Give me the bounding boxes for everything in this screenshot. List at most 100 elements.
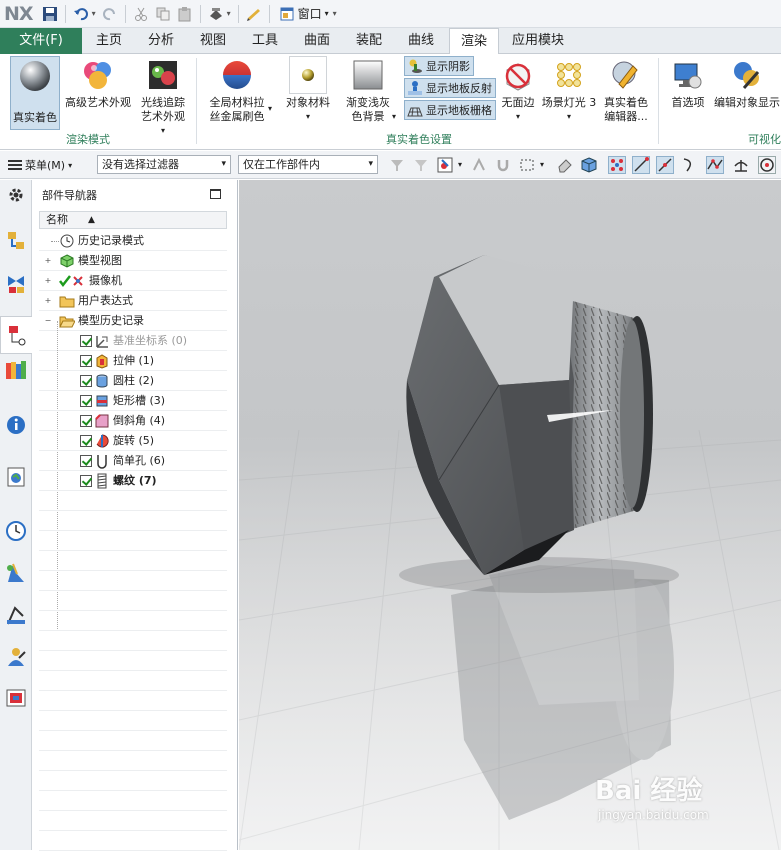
tab-surface[interactable]: 曲面 xyxy=(294,28,340,54)
general-select-filter-icon[interactable] xyxy=(436,156,454,174)
type-filter-select[interactable]: 没有选择过滤器 ▾ xyxy=(97,155,231,174)
cube-icon[interactable] xyxy=(580,156,598,174)
touch-mode-icon[interactable] xyxy=(244,4,264,24)
reuse-library-icon[interactable] xyxy=(4,357,28,383)
assembly-navigator-icon[interactable] xyxy=(4,228,28,254)
true-shading-button[interactable]: 真实着色 xyxy=(10,56,60,130)
menu-button[interactable]: 菜单(M) ▾ xyxy=(8,157,72,173)
ray-traced-studio-button[interactable]: 光线追踪 艺术外观 ▾ xyxy=(134,56,192,138)
object-material-button[interactable]: 对象材料 ▾ xyxy=(281,56,335,124)
process-studio-icon[interactable] xyxy=(4,560,28,586)
tree-row-datum-csys[interactable]: 基准坐标系 (0) xyxy=(39,321,227,631)
collapse-minus-icon[interactable]: − xyxy=(44,317,52,325)
undo-dropdown-icon[interactable]: ▾ xyxy=(92,9,96,18)
edit-object-display-button[interactable]: 编辑对象显示 xyxy=(712,56,781,110)
tab-analysis[interactable]: 分析 xyxy=(138,28,184,54)
show-floor-grid-toggle[interactable]: 显示地板栅格 xyxy=(404,100,496,120)
magnet-icon[interactable] xyxy=(494,156,512,174)
snap-icon[interactable] xyxy=(470,156,488,174)
copy-icon[interactable] xyxy=(153,4,173,24)
expand-plus-icon[interactable]: + xyxy=(44,257,52,265)
tree-row-simple-hole[interactable]: 简单孔 (6) xyxy=(39,451,227,471)
tree-row-chamfer[interactable]: 倒斜角 (4) xyxy=(39,411,227,431)
intersection-icon[interactable] xyxy=(706,156,724,174)
paste-icon[interactable] xyxy=(175,4,195,24)
repeat-dropdown-icon[interactable]: ▾ xyxy=(227,9,231,18)
visibility-checkbox[interactable] xyxy=(80,375,92,387)
repeat-command-icon[interactable] xyxy=(206,4,226,24)
info-icon[interactable] xyxy=(4,412,28,438)
tab-file[interactable]: 文件(F) xyxy=(0,28,82,54)
visibility-checkbox[interactable] xyxy=(80,355,92,367)
constraint-navigator-icon[interactable] xyxy=(4,271,28,297)
roles-icon[interactable] xyxy=(4,644,28,670)
snap-points-icon[interactable] xyxy=(608,156,626,174)
settings-gear-icon[interactable] xyxy=(4,182,28,208)
system-scene-icon[interactable] xyxy=(4,685,28,711)
tab-tools[interactable]: 工具 xyxy=(242,28,288,54)
part-navigator-icon[interactable] xyxy=(0,316,32,354)
gradient-background-button[interactable]: 渐变浅灰 色背景 xyxy=(338,56,398,124)
tree-row-revolve[interactable]: 旋转 (5) xyxy=(39,431,227,451)
tab-render[interactable]: 渲染 xyxy=(449,28,499,55)
mid-point-icon[interactable] xyxy=(656,156,674,174)
history-clock-icon[interactable] xyxy=(4,518,28,544)
expand-plus-icon[interactable]: + xyxy=(44,277,52,285)
window-menu[interactable]: 窗口 ▾ xyxy=(276,4,329,24)
rectangle-select-icon[interactable] xyxy=(518,156,536,174)
visibility-checkbox[interactable] xyxy=(80,335,92,347)
tree-row-model-views[interactable]: + 模型视图 xyxy=(39,251,227,271)
tab-assembly[interactable]: 装配 xyxy=(346,28,392,54)
show-floor-reflection-toggle[interactable]: 显示地板反射 xyxy=(404,78,496,98)
show-shadow-toggle[interactable]: 显示阴影 xyxy=(404,56,474,76)
tree-row-model-history[interactable]: − 模型历史记录 xyxy=(39,311,227,331)
tree-row-rectangular-groove[interactable]: 矩形槽 (3) xyxy=(39,391,227,411)
end-point-icon[interactable] xyxy=(632,156,650,174)
graphics-viewport[interactable]: Bai 经验 jingyan.baidu.com xyxy=(239,180,781,850)
global-material-dropdown-icon[interactable]: ▾ xyxy=(268,104,272,113)
tree-row-user-expressions[interactable]: + 用户表达式 xyxy=(39,291,227,311)
redo-icon[interactable] xyxy=(100,4,120,24)
visibility-checkbox[interactable] xyxy=(80,435,92,447)
customize-quick-access-icon[interactable]: ▾ xyxy=(333,9,337,18)
maximize-icon[interactable] xyxy=(210,189,221,199)
select-mode-dropdown-icon[interactable]: ▾ xyxy=(540,160,544,169)
no-face-edge-button[interactable]: 无面边 ▾ xyxy=(496,56,540,124)
web-browser-icon[interactable] xyxy=(4,464,28,490)
tree-row-camera[interactable]: + 摄像机 xyxy=(39,271,227,291)
gradient-background-dropdown-icon[interactable]: ▾ xyxy=(392,112,396,121)
tab-view[interactable]: 视图 xyxy=(190,28,236,54)
scene-light-button[interactable]: 场景灯光 3 ▾ xyxy=(540,56,598,124)
advanced-studio-button[interactable]: 高级艺术外观 xyxy=(62,56,134,110)
arc-center-icon[interactable] xyxy=(758,156,776,174)
curve-point-icon[interactable] xyxy=(680,156,698,174)
tree-row-thread[interactable]: 螺纹 (7) xyxy=(39,471,227,491)
perpendicular-icon[interactable] xyxy=(732,156,750,174)
tab-home[interactable]: 主页 xyxy=(86,28,132,54)
name-column-header[interactable]: 名称 ▲ xyxy=(39,211,227,229)
tree-row-extrude[interactable]: 拉伸 (1) xyxy=(39,351,227,371)
visibility-checkbox[interactable] xyxy=(80,455,92,467)
true-shading-editor-button[interactable]: 真实着色 编辑器... xyxy=(598,56,654,124)
preferences-button[interactable]: 首选项 xyxy=(664,56,712,110)
filter-icon[interactable] xyxy=(412,156,430,174)
visibility-checkbox[interactable] xyxy=(80,395,92,407)
undo-icon[interactable] xyxy=(71,4,91,24)
manufacturing-wizard-icon[interactable] xyxy=(4,602,28,628)
eraser-icon[interactable] xyxy=(556,156,574,174)
cut-icon[interactable] xyxy=(131,4,151,24)
visibility-checkbox[interactable] xyxy=(80,475,92,487)
global-material-button[interactable]: 全局材料拉 丝金属刷色 xyxy=(203,56,271,124)
no-face-edge-label: 无面边 xyxy=(501,96,535,109)
tab-curve[interactable]: 曲线 xyxy=(398,28,444,54)
expand-plus-icon[interactable]: + xyxy=(44,297,52,305)
object-material-dropdown-icon: ▾ xyxy=(305,112,310,121)
filter-dropdown-icon[interactable]: ▾ xyxy=(458,160,462,169)
tab-application[interactable]: 应用模块 xyxy=(504,28,572,54)
tree-row-cylinder[interactable]: 圆柱 (2) xyxy=(39,371,227,391)
save-icon[interactable] xyxy=(40,4,60,24)
selection-scope-select[interactable]: 仅在工作部件内 ▾ xyxy=(238,155,378,174)
tree-row-history-mode[interactable]: 历史记录模式 xyxy=(39,231,227,251)
visibility-checkbox[interactable] xyxy=(80,415,92,427)
filter-reset-icon[interactable] xyxy=(388,156,406,174)
